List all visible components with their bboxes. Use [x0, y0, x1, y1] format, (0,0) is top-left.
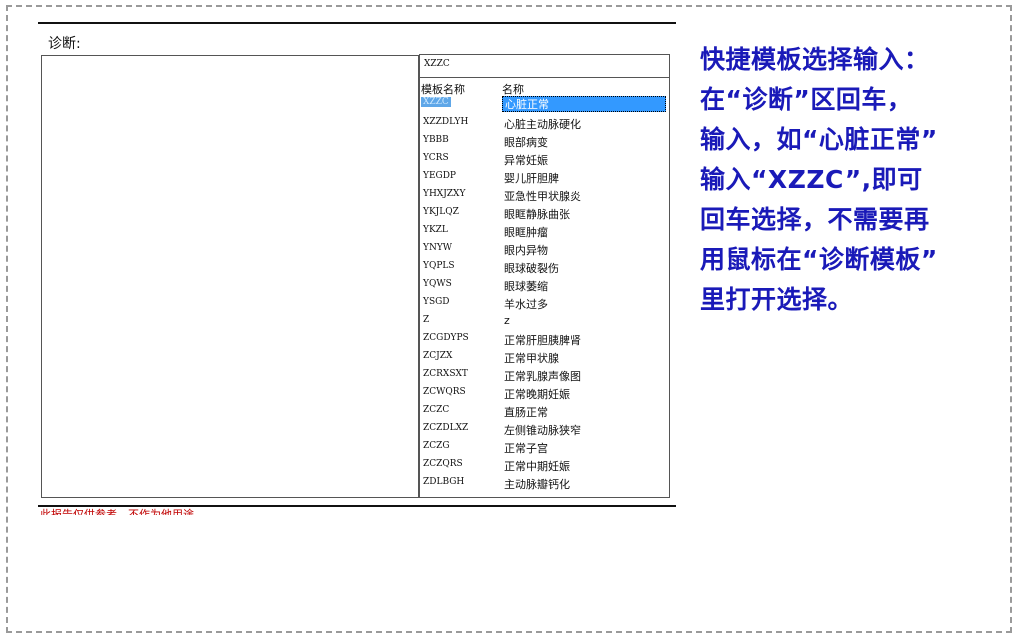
template-code: YQWS	[423, 279, 452, 289]
instruction-line: 在“诊断”区回车，	[700, 85, 913, 114]
template-name: 婴儿肝胆脾	[504, 172, 559, 185]
template-name: 正常中期妊娠	[504, 460, 570, 473]
template-code: YQPLS	[423, 261, 455, 271]
list-header: 模板名称 名称	[420, 78, 669, 96]
template-name: 心脏正常	[502, 96, 666, 112]
template-row[interactable]: ZDLBGH 主动脉瓣钙化	[420, 474, 669, 492]
template-row[interactable]: YNYW 眼内异物	[420, 240, 669, 258]
template-code: YKJLQZ	[423, 207, 459, 217]
template-name: z	[504, 314, 510, 327]
template-code: YEGDP	[423, 171, 456, 181]
template-name: 正常甲状腺	[504, 352, 559, 365]
template-code: YSGD	[423, 297, 450, 307]
template-row[interactable]: XZZDLYH 心脏主动脉硬化	[420, 114, 669, 132]
template-row[interactable]: YSGD 羊水过多	[420, 294, 669, 312]
template-row[interactable]: ZCZC 直肠正常	[420, 402, 669, 420]
template-rows: XZZC 心脏正常 XZZDLYH 心脏主动脉硬化 YBBB 眼部病变 YCRS 异常妊娠 YE…	[420, 96, 669, 492]
template-code: XZZC	[421, 97, 451, 107]
template-row[interactable]: ZCZG 正常子宫	[420, 438, 669, 456]
template-name: 眼球萎缩	[504, 280, 548, 293]
template-code: ZCWQRS	[423, 387, 466, 397]
instruction-line: 输入“XZZC”,即可	[700, 165, 923, 194]
template-name: 左侧锥动脉狭窄	[504, 424, 581, 437]
template-row[interactable]: Zz	[420, 312, 669, 330]
template-dropdown-list[interactable]: 模板名称 名称 XZZC 心脏正常 XZZDLYH 心脏主动脉硬化 YBBB 眼部病变 YC…	[419, 78, 670, 498]
panel-top-border	[38, 22, 676, 24]
template-code: ZCJZX	[423, 351, 453, 361]
template-code: ZCZQRS	[423, 459, 463, 469]
template-row[interactable]: YBBB 眼部病变	[420, 132, 669, 150]
template-row[interactable]: ZCGDYPS 正常肝胆胰脾肾	[420, 330, 669, 348]
template-row[interactable]: YQPLS 眼球破裂伤	[420, 258, 669, 276]
template-row[interactable]: ZCZQRS 正常中期妊娠	[420, 456, 669, 474]
template-code: Z	[423, 315, 430, 325]
template-row[interactable]: ZCRXSXT 正常乳腺声像图	[420, 366, 669, 384]
instruction-line: 输入，如“心脏正常”	[700, 125, 938, 154]
template-name: 眼眶静脉曲张	[504, 208, 570, 221]
template-code: YHXJZXY	[423, 189, 466, 199]
template-name: 直肠正常	[504, 406, 548, 419]
instruction-line: 快捷模板选择输入：	[700, 45, 930, 74]
header-name: 名称	[502, 83, 524, 96]
template-row[interactable]: YHXJZXY 亚急性甲状腺炎	[420, 186, 669, 204]
template-code: ZDLBGH	[423, 477, 465, 487]
header-template-name: 模板名称	[421, 83, 465, 96]
template-name: 正常子宫	[504, 442, 548, 455]
template-name: 羊水过多	[504, 298, 548, 311]
instruction-line: 回车选择，不需要再	[700, 205, 930, 234]
template-row[interactable]: YKJLQZ 眼眶静脉曲张	[420, 204, 669, 222]
template-name: 主动脉瓣钙化	[504, 478, 570, 491]
footer-note: 此报告仅供参考，不作为他用途	[40, 508, 194, 515]
template-name: 正常乳腺声像图	[504, 370, 581, 383]
diagnosis-label: 诊断:	[48, 36, 81, 52]
template-name: 亚急性甲状腺炎	[504, 190, 581, 203]
template-row[interactable]: ZCZDLXZ 左侧锥动脉狭窄	[420, 420, 669, 438]
template-code: XZZDLYH	[423, 117, 469, 127]
template-name: 眼眶肿瘤	[504, 226, 548, 239]
instruction-line: 里打开选择。	[700, 285, 854, 314]
template-code: YCRS	[423, 153, 449, 163]
template-row[interactable]: YCRS 异常妊娠	[420, 150, 669, 168]
template-name: 眼部病变	[504, 136, 548, 149]
template-code: ZCZG	[423, 441, 450, 451]
template-name: 眼内异物	[504, 244, 548, 257]
template-code: ZCGDYPS	[423, 333, 469, 343]
template-code-input[interactable]: XZZC	[419, 54, 670, 78]
template-row[interactable]: ZCJZX 正常甲状腺	[420, 348, 669, 366]
template-code: YNYW	[423, 243, 453, 253]
template-row[interactable]: YEGDP 婴儿肝胆脾	[420, 168, 669, 186]
instruction-line: 用鼠标在“诊断模板”	[700, 245, 938, 274]
template-name: 异常妊娠	[504, 154, 548, 167]
template-name: 眼球破裂伤	[504, 262, 559, 275]
template-row[interactable]: XZZC 心脏正常	[420, 96, 669, 114]
template-code: ZCRXSXT	[423, 369, 468, 379]
template-code: ZCZDLXZ	[423, 423, 469, 433]
template-row[interactable]: YKZL 眼眶肿瘤	[420, 222, 669, 240]
panel-bottom-border	[38, 505, 676, 507]
instruction-annotation: 快捷模板选择输入： 在“诊断”区回车， 输入，如“心脏正常” 输入“XZZC”,即可回…	[700, 40, 1005, 320]
template-row[interactable]: YQWS 眼球萎缩	[420, 276, 669, 294]
template-code: YBBB	[423, 135, 449, 145]
template-row[interactable]: ZCWQRS 正常晚期妊娠	[420, 384, 669, 402]
template-name: 正常晚期妊娠	[504, 388, 570, 401]
template-name: 正常肝胆胰脾肾	[504, 334, 581, 347]
template-name: 心脏主动脉硬化	[504, 118, 581, 131]
diagnosis-textarea[interactable]	[41, 55, 419, 498]
template-code: ZCZC	[423, 405, 450, 415]
template-code: YKZL	[423, 225, 448, 235]
